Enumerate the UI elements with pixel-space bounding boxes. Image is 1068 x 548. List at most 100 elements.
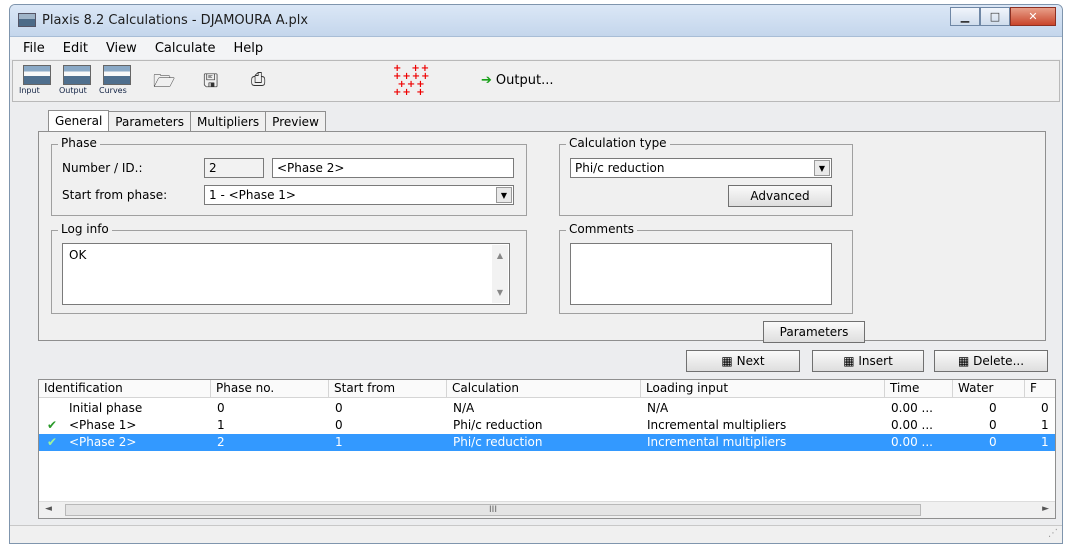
scroll-thumb[interactable]: III xyxy=(65,504,921,516)
start-from-value: 1 - <Phase 1> xyxy=(209,188,296,202)
row-loading-input: Incremental multipliers xyxy=(647,435,787,449)
row-start-from: 1 xyxy=(335,435,343,449)
row-phase-no: 2 xyxy=(217,435,225,449)
log-info-text[interactable]: OK ▲ ▼ xyxy=(62,243,510,305)
phase-group-title: Phase xyxy=(58,136,100,150)
next-button[interactable]: ▦ Next xyxy=(686,350,800,372)
input-button[interactable]: Input xyxy=(19,65,55,99)
col-loading-input[interactable]: Loading input xyxy=(641,380,885,398)
table-row[interactable]: ✔ <Phase 1> 1 0 Phi/c reduction Incremen… xyxy=(39,417,1055,434)
row-loading-input: N/A xyxy=(647,401,669,415)
phase-number-field: 2 xyxy=(204,158,264,178)
insert-icon: ▦ xyxy=(843,354,855,368)
advanced-button[interactable]: Advanced xyxy=(728,185,832,207)
arrow-right-icon: ➔ xyxy=(481,73,492,88)
log-scrollbar[interactable]: ▲ ▼ xyxy=(492,245,508,303)
number-label: Number / ID.: xyxy=(62,161,143,175)
col-identification[interactable]: Identification xyxy=(39,380,211,398)
col-water[interactable]: Water xyxy=(953,380,1025,398)
input-label: Input xyxy=(19,86,40,95)
tab-multipliers[interactable]: Multipliers xyxy=(189,111,267,132)
row-time: 0.00 ... xyxy=(891,418,933,432)
log-info-title: Log info xyxy=(58,222,112,236)
tab-preview[interactable]: Preview xyxy=(265,111,326,132)
col-phase-no[interactable]: Phase no. xyxy=(211,380,329,398)
scroll-grip: III xyxy=(489,505,497,515)
print-icon[interactable]: ⎙ xyxy=(251,69,265,90)
row-calculation: Phi/c reduction xyxy=(453,435,543,449)
delete-icon: ▦ xyxy=(957,354,970,368)
chevron-down-icon[interactable]: ▼ xyxy=(814,160,830,176)
row-f: 0 xyxy=(1041,401,1049,415)
save-icon[interactable]: 🖫 xyxy=(203,69,218,99)
row-water: 0 xyxy=(989,418,997,432)
insert-button[interactable]: ▦ Insert xyxy=(812,350,924,372)
checkmark-icon: ✔ xyxy=(47,435,58,449)
status-bar: ⋰ xyxy=(10,525,1062,543)
delete-button[interactable]: ▦ Delete... xyxy=(934,350,1048,372)
start-from-dropdown[interactable]: 1 - <Phase 1> ▼ xyxy=(204,185,514,205)
row-identification: Initial phase xyxy=(69,401,143,415)
resize-grip-icon[interactable]: ⋰ xyxy=(1048,528,1058,539)
row-identification: <Phase 1> xyxy=(69,418,137,432)
comments-text[interactable] xyxy=(570,243,832,305)
next-label: Next xyxy=(736,354,765,368)
row-start-from: 0 xyxy=(335,401,343,415)
tab-general[interactable]: General xyxy=(48,110,110,131)
app-icon xyxy=(18,13,36,27)
menu-file[interactable]: File xyxy=(14,41,54,56)
col-f[interactable]: F xyxy=(1025,380,1055,398)
row-calculation: Phi/c reduction xyxy=(453,418,543,432)
log-info-content: OK xyxy=(69,248,87,262)
phase-id-field[interactable]: <Phase 2> xyxy=(272,158,514,178)
row-phase-no: 0 xyxy=(217,401,225,415)
scroll-left-icon[interactable]: ◄ xyxy=(45,504,52,514)
curves-button[interactable]: Curves xyxy=(99,65,135,99)
output-label: Output xyxy=(59,86,87,95)
window-controls: ▁ □ ✕ xyxy=(950,7,1056,26)
phases-table: Identification Phase no. Start from Calc… xyxy=(38,379,1056,519)
chevron-down-icon[interactable]: ▼ xyxy=(496,187,512,203)
window-title: Plaxis 8.2 Calculations - DJAMOURA A.plx xyxy=(42,13,309,28)
maximize-button[interactable]: □ xyxy=(980,7,1010,26)
scroll-up-icon[interactable]: ▲ xyxy=(492,251,508,260)
table-horizontal-scrollbar[interactable]: ◄ III ► xyxy=(39,501,1055,518)
tab-parameters[interactable]: Parameters xyxy=(108,111,191,132)
scroll-down-icon[interactable]: ▼ xyxy=(492,288,508,297)
col-calculation[interactable]: Calculation xyxy=(447,380,641,398)
table-row-selected[interactable]: ✔ <Phase 2> 2 1 Phi/c reduction Incremen… xyxy=(39,434,1055,451)
scroll-right-icon[interactable]: ► xyxy=(1042,504,1049,514)
checkmark-icon: ✔ xyxy=(47,418,58,432)
calculation-type-group: Calculation type Phi/c reduction ▼ Advan… xyxy=(559,136,853,216)
output-program-button[interactable]: Output xyxy=(59,65,95,99)
menu-view[interactable]: View xyxy=(97,41,146,56)
menu-help[interactable]: Help xyxy=(225,41,273,56)
table-header: Identification Phase no. Start from Calc… xyxy=(39,380,1055,398)
curves-icon xyxy=(103,65,131,85)
close-button[interactable]: ✕ xyxy=(1010,7,1056,26)
title-bar: Plaxis 8.2 Calculations - DJAMOURA A.plx… xyxy=(10,5,1062,37)
col-start-from[interactable]: Start from xyxy=(329,380,447,398)
menu-calculate[interactable]: Calculate xyxy=(146,41,225,56)
table-row[interactable]: Initial phase 0 0 N/A N/A 0.00 ... 0 0 xyxy=(39,400,1055,417)
menu-edit[interactable]: Edit xyxy=(54,41,97,56)
col-time[interactable]: Time xyxy=(885,380,953,398)
select-points-icon[interactable]: + ++ ++++ +++ ++ + xyxy=(393,64,433,98)
minimize-button[interactable]: ▁ xyxy=(950,7,980,26)
row-time: 0.00 ... xyxy=(891,435,933,449)
parameters-button[interactable]: Parameters xyxy=(763,321,865,343)
row-loading-input: Incremental multipliers xyxy=(647,418,787,432)
phase-group: Phase Number / ID.: 2 <Phase 2> Start fr… xyxy=(51,136,527,216)
row-f: 1 xyxy=(1041,418,1049,432)
calculation-type-value: Phi/c reduction xyxy=(575,161,665,175)
output-button[interactable]: ➔ Output... xyxy=(481,73,553,88)
calculation-type-dropdown[interactable]: Phi/c reduction ▼ xyxy=(570,158,832,178)
output-button-label: Output... xyxy=(495,73,554,88)
row-water: 0 xyxy=(989,435,997,449)
comments-group: Comments xyxy=(559,222,853,314)
curves-label: Curves xyxy=(99,86,127,95)
toolbar: Input Output Curves 🗁 🖫 ⎙ + ++ ++++ +++ ++… xyxy=(12,60,1060,102)
open-folder-icon[interactable]: 🗁 xyxy=(153,69,175,99)
row-identification: <Phase 2> xyxy=(69,435,137,449)
menu-bar: File Edit View Calculate Help xyxy=(10,37,1062,59)
